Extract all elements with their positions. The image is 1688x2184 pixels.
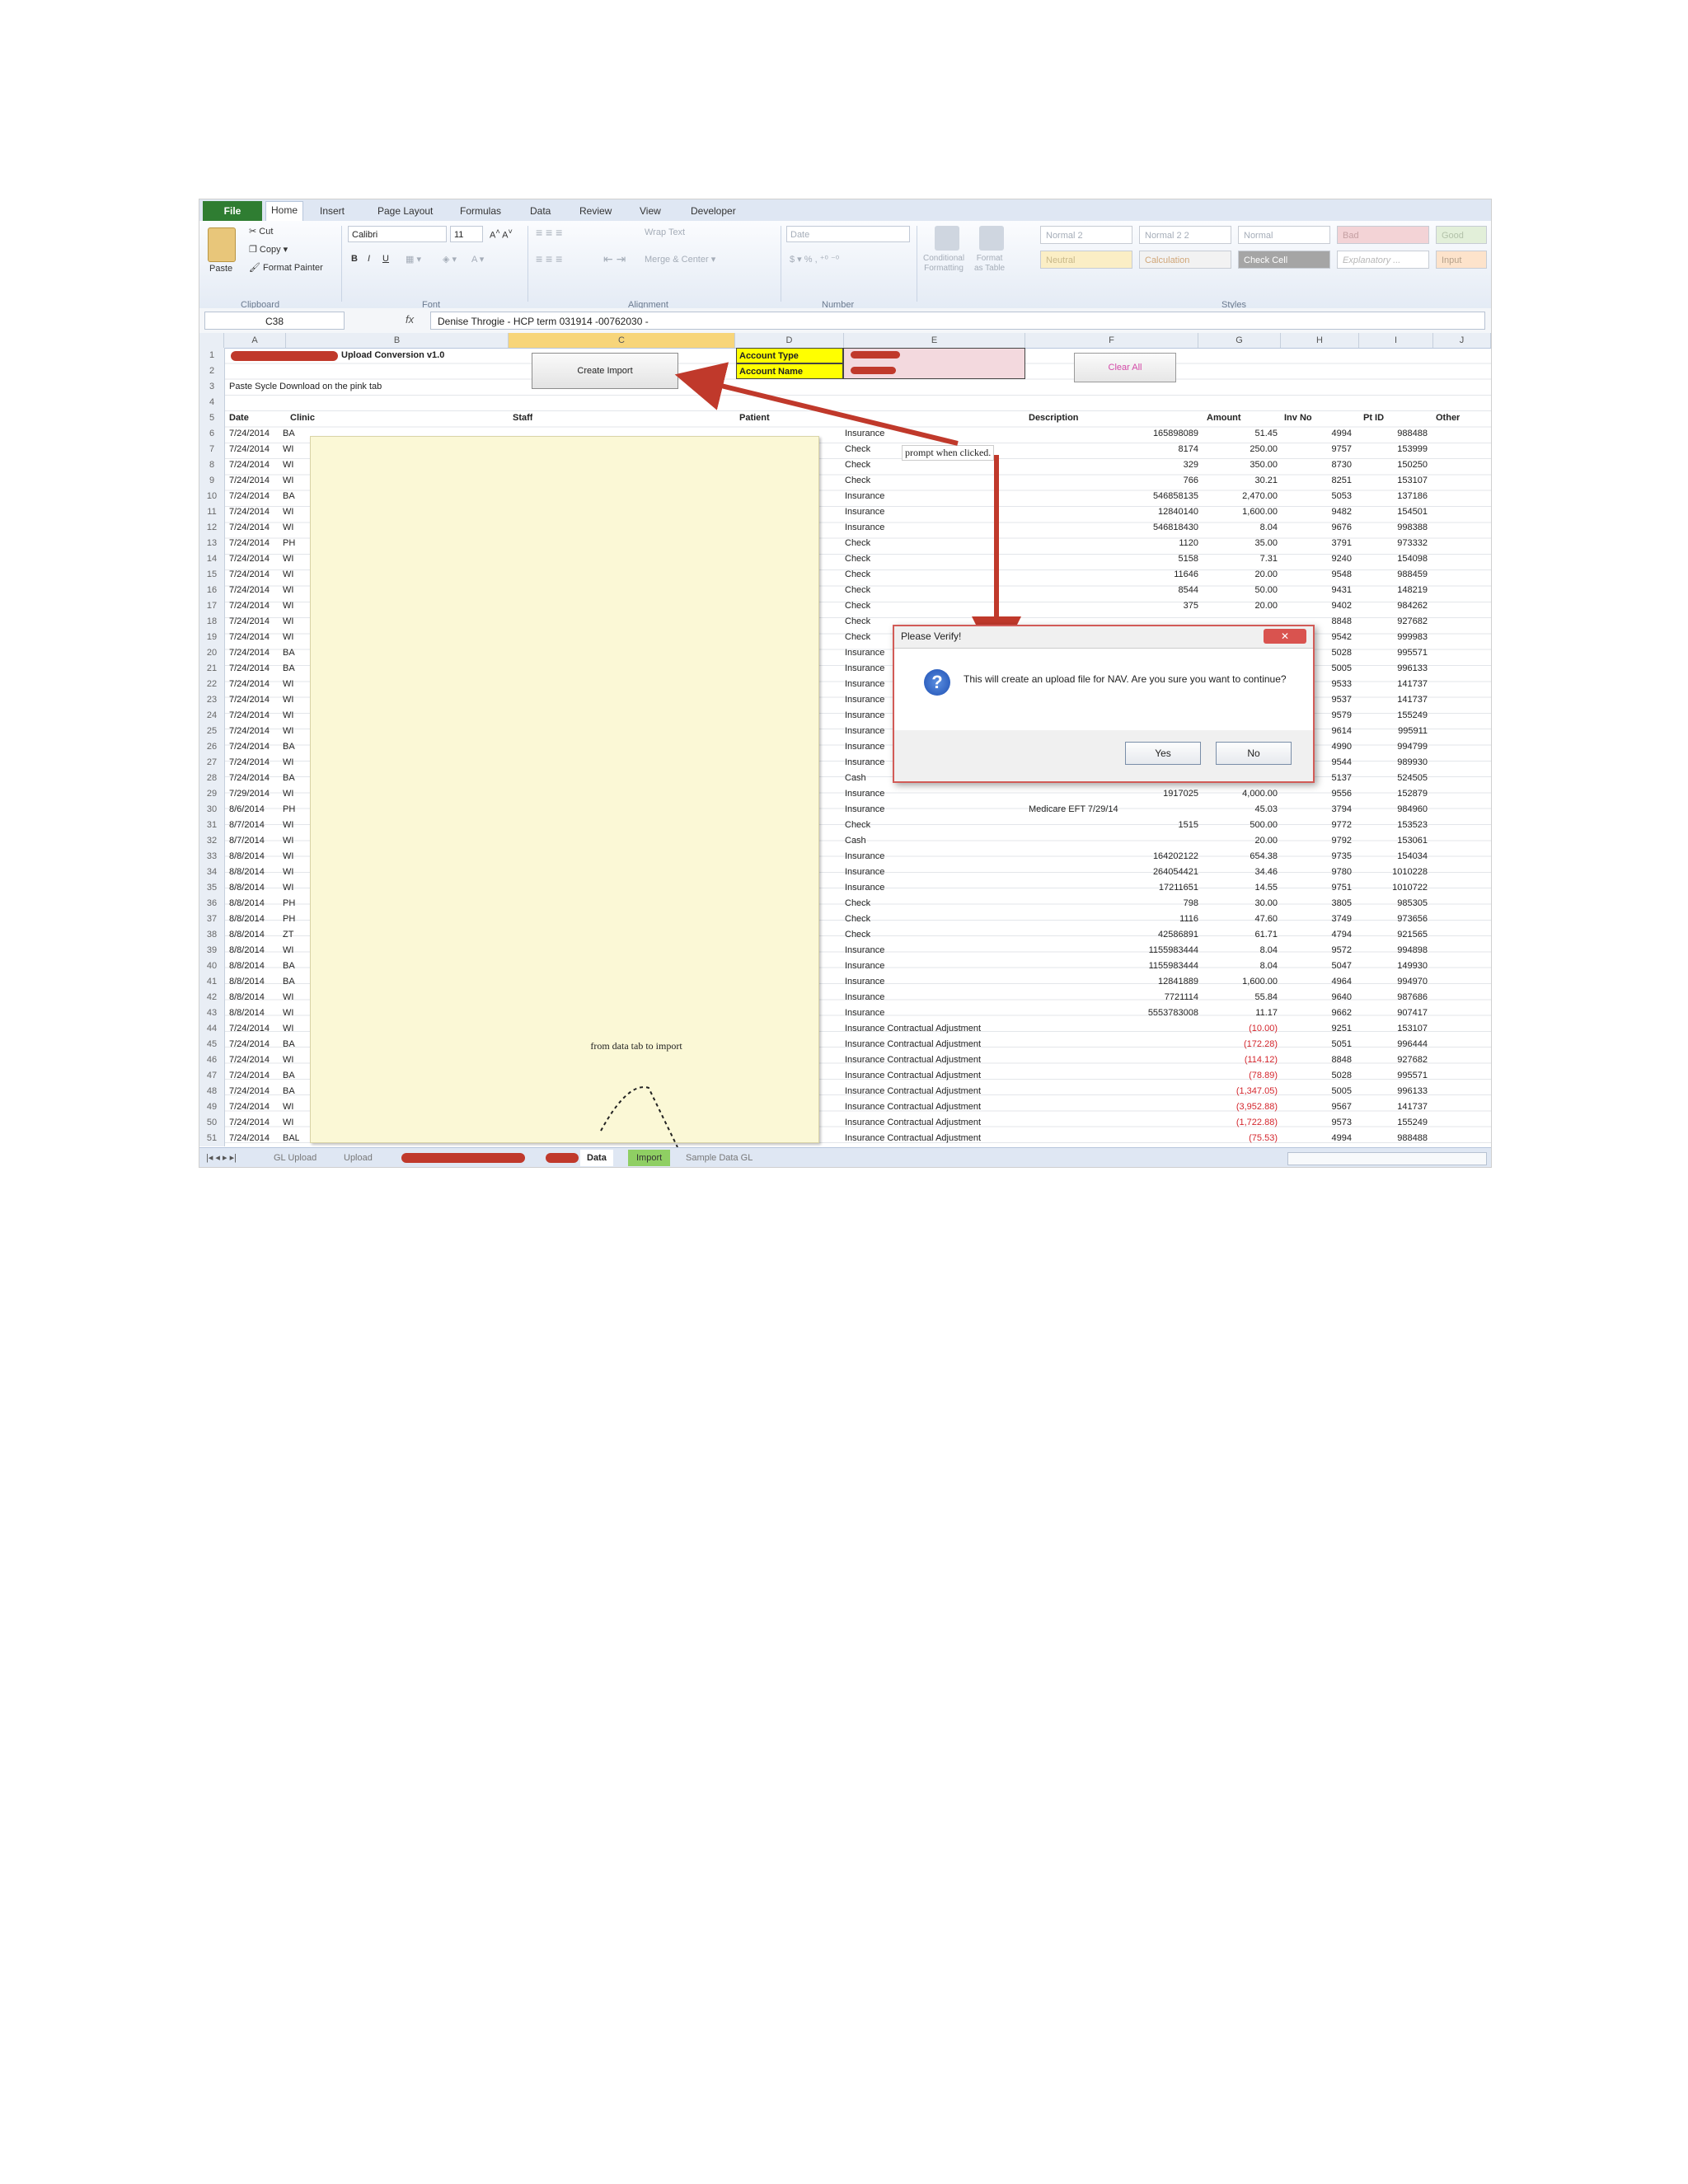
excel-window: File Home Insert Page Layout Formulas Da…	[199, 199, 1492, 1168]
sheet-tab-data[interactable]: Data	[580, 1150, 613, 1166]
dialog-message: This will create an upload file for NAV.…	[964, 673, 1287, 685]
no-button[interactable]: No	[1216, 742, 1292, 765]
verify-dialog: Please Verify! ✕ ? This will create an u…	[893, 625, 1315, 783]
yes-button[interactable]: Yes	[1125, 742, 1201, 765]
dialog-title: Please Verify!	[901, 630, 962, 642]
question-icon: ?	[924, 669, 950, 696]
redaction-mark	[546, 1153, 579, 1163]
sheet-tab-import[interactable]: Import	[628, 1150, 671, 1166]
sheet-tab-upload[interactable]: Upload	[344, 1150, 373, 1166]
sheet-tab-sample-data-gl[interactable]: Sample Data GL	[686, 1150, 753, 1166]
dialog-titlebar: Please Verify! ✕	[894, 626, 1313, 649]
redaction-mark	[401, 1153, 525, 1163]
sheet-tab-gl-upload[interactable]: GL Upload	[274, 1150, 316, 1166]
sheet-nav-icon[interactable]: |◂ ◂ ▸ ▸|	[206, 1150, 237, 1166]
sheet-tab-bar: |◂ ◂ ▸ ▸| GL Upload Upload Data Import S…	[199, 1147, 1491, 1167]
arrow-to-create-import	[674, 362, 959, 446]
dotted-arrow	[600, 1086, 678, 1148]
close-icon[interactable]: ✕	[1264, 629, 1306, 644]
horizontal-scrollbar[interactable]	[1287, 1152, 1487, 1165]
